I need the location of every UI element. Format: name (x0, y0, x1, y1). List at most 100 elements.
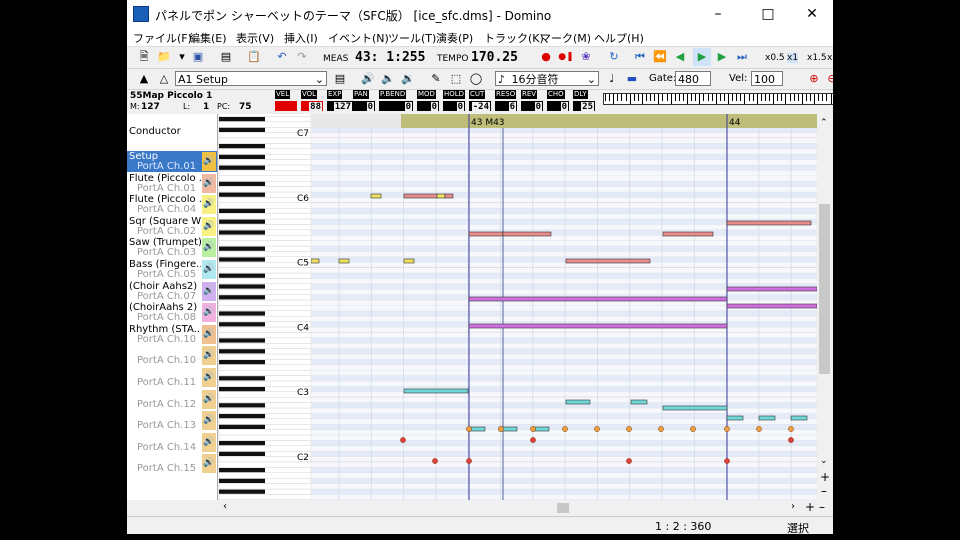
drum-hit[interactable] (724, 458, 730, 464)
menu-play[interactable]: 演奏(P) (436, 30, 473, 46)
note[interactable] (403, 258, 415, 264)
zoom-half-button[interactable]: x0.5 (765, 53, 785, 63)
track-speaker-icon[interactable]: 🔊 (202, 173, 216, 193)
select-rect-icon[interactable]: ⬚ (447, 70, 465, 88)
save-icon[interactable]: ▣ (189, 48, 207, 66)
track-item[interactable]: Conductor (127, 126, 217, 147)
drum-hit[interactable] (690, 426, 696, 432)
track-speaker-icon[interactable]: 🔊 (202, 281, 216, 301)
zoom-more-button[interactable]: x (827, 53, 832, 63)
track-item[interactable]: Bass (Fingere... PortA Ch.05 🔊 (127, 259, 217, 280)
menu-view[interactable]: 表示(V) (236, 30, 274, 46)
hzoom-minus-icon[interactable]: – (819, 500, 825, 514)
drum-hit[interactable] (530, 426, 536, 432)
note[interactable] (758, 415, 776, 421)
track-item[interactable]: Flute (Piccolo ... PortA Ch.01 🔊 (127, 173, 217, 194)
controller-value[interactable] (275, 101, 297, 111)
track-item[interactable]: Saw (Trumpet) PortA Ch.03 🔊 (127, 237, 217, 258)
menu-event[interactable]: イベント(N) (328, 30, 389, 46)
record-icon[interactable]: ● (537, 48, 555, 66)
track-speaker-icon[interactable]: 🔊 (202, 238, 216, 258)
menu-edit[interactable]: 編集(E) (189, 30, 227, 46)
note[interactable] (436, 193, 446, 199)
track-item[interactable]: PortA Ch.10 🔊 (127, 345, 217, 366)
vertical-scrollbar[interactable]: ⌃ ⌄ + – (817, 114, 833, 500)
menu-tools[interactable]: ツール(T) (388, 30, 436, 46)
track-item[interactable]: PortA Ch.15 🔊 (127, 453, 217, 474)
note[interactable] (468, 323, 728, 329)
track-speaker-icon[interactable]: 🔊 (202, 195, 216, 215)
go-start-icon[interactable]: ⏮ (631, 48, 649, 66)
zoom-minus-icon[interactable]: – (821, 484, 827, 498)
track-item[interactable]: PortA Ch.13 🔊 (127, 410, 217, 431)
horizontal-scroll-thumb[interactable] (557, 503, 569, 513)
note-length-icon[interactable]: ♩ (603, 70, 621, 88)
rewind-icon[interactable]: ⏪ (651, 48, 669, 66)
drum-hit[interactable] (724, 426, 730, 432)
note[interactable] (565, 258, 651, 264)
track-up-icon[interactable]: ▲ (135, 70, 153, 88)
drum-hit[interactable] (788, 437, 794, 443)
track-speaker-icon[interactable]: 🔊 (202, 260, 216, 279)
clipboard-icon[interactable]: 📋 (245, 48, 263, 66)
track-item[interactable]: Sqr (Square W...PortA Ch.02🔊 (127, 216, 217, 237)
record-pause-icon[interactable]: ●❚ (557, 48, 575, 66)
keyboard-icon[interactable]: ▬ (623, 70, 641, 88)
track-speaker-icon[interactable]: 🔊 (202, 432, 216, 452)
step-back-icon[interactable]: ◀ (671, 48, 689, 66)
piano-roll[interactable]: 43 M43 44 (311, 114, 817, 500)
vertical-scroll-thumb[interactable] (819, 204, 830, 374)
menu-insert[interactable]: 挿入(I) (284, 30, 318, 46)
menu-file[interactable]: ファイル(F) (133, 30, 192, 46)
zoom-out-icon[interactable]: ⊖ (823, 70, 833, 88)
note[interactable] (662, 405, 728, 411)
note[interactable] (630, 399, 648, 405)
open-folder-icon[interactable]: 📁 (155, 48, 173, 66)
drum-hit[interactable] (466, 426, 472, 432)
track-item[interactable]: PortA Ch.14 🔊 (127, 432, 217, 453)
redo-icon[interactable]: ↷ (293, 48, 311, 66)
scroll-up-icon[interactable]: ⌃ (820, 118, 828, 128)
undo-icon[interactable]: ↶ (273, 48, 291, 66)
track-speaker-icon[interactable]: 🔊 (202, 454, 216, 474)
step-record-icon[interactable]: ❀ (577, 48, 595, 66)
eraser-icon[interactable]: ◯ (467, 70, 485, 88)
zoom-plus-icon[interactable]: + (820, 470, 830, 484)
drum-hit[interactable] (562, 426, 568, 432)
zoom-1-5-button[interactable]: x1.5 (807, 53, 827, 63)
note[interactable] (726, 286, 817, 292)
drum-hit[interactable] (530, 437, 536, 443)
hzoom-plus-icon[interactable]: + (805, 500, 815, 514)
menu-track[interactable]: トラック(K) (484, 30, 544, 46)
note[interactable] (338, 258, 350, 264)
drum-hit[interactable] (788, 426, 794, 432)
mute-icon[interactable]: 🔈 (379, 70, 397, 88)
track-list-icon[interactable]: ▤ (331, 70, 349, 88)
drum-hit[interactable] (594, 426, 600, 432)
menu-help[interactable]: ヘルプ(H) (594, 30, 644, 46)
minimize-button[interactable]: – (695, 0, 741, 28)
track-item[interactable]: (Choir Aahs2) PortA Ch.07 🔊 (127, 281, 217, 302)
gate-input[interactable]: 480 (675, 71, 711, 86)
speaker-a-icon[interactable]: 🔉 (399, 70, 417, 88)
note[interactable] (726, 303, 817, 309)
note[interactable] (468, 296, 728, 302)
track-speaker-icon[interactable]: 🔊 (202, 303, 216, 323)
drum-hit[interactable] (756, 426, 762, 432)
note[interactable] (502, 231, 552, 237)
track-item[interactable]: Flute (Piccolo ... PortA Ch.04 🔊 (127, 194, 217, 215)
note[interactable] (726, 415, 744, 421)
piano-keyboard[interactable]: C7 C6 C5 C4 C3 C2 (219, 114, 311, 500)
drum-hit[interactable] (626, 458, 632, 464)
note[interactable] (790, 415, 808, 421)
horizontal-scrollbar[interactable]: ‹ › + – (219, 500, 833, 516)
go-end-icon[interactable]: ⏭ (733, 48, 751, 66)
note[interactable] (403, 388, 469, 394)
track-item[interactable]: PortA Ch.12 🔊 (127, 389, 217, 410)
zoom-1-button[interactable]: x1 (787, 53, 799, 63)
drum-hit[interactable] (466, 458, 472, 464)
track-speaker-icon[interactable]: 🔊 (202, 152, 216, 171)
new-file-icon[interactable]: 🗎 (135, 48, 153, 66)
note[interactable] (662, 231, 714, 237)
scroll-left-icon[interactable]: ‹ (223, 501, 227, 512)
